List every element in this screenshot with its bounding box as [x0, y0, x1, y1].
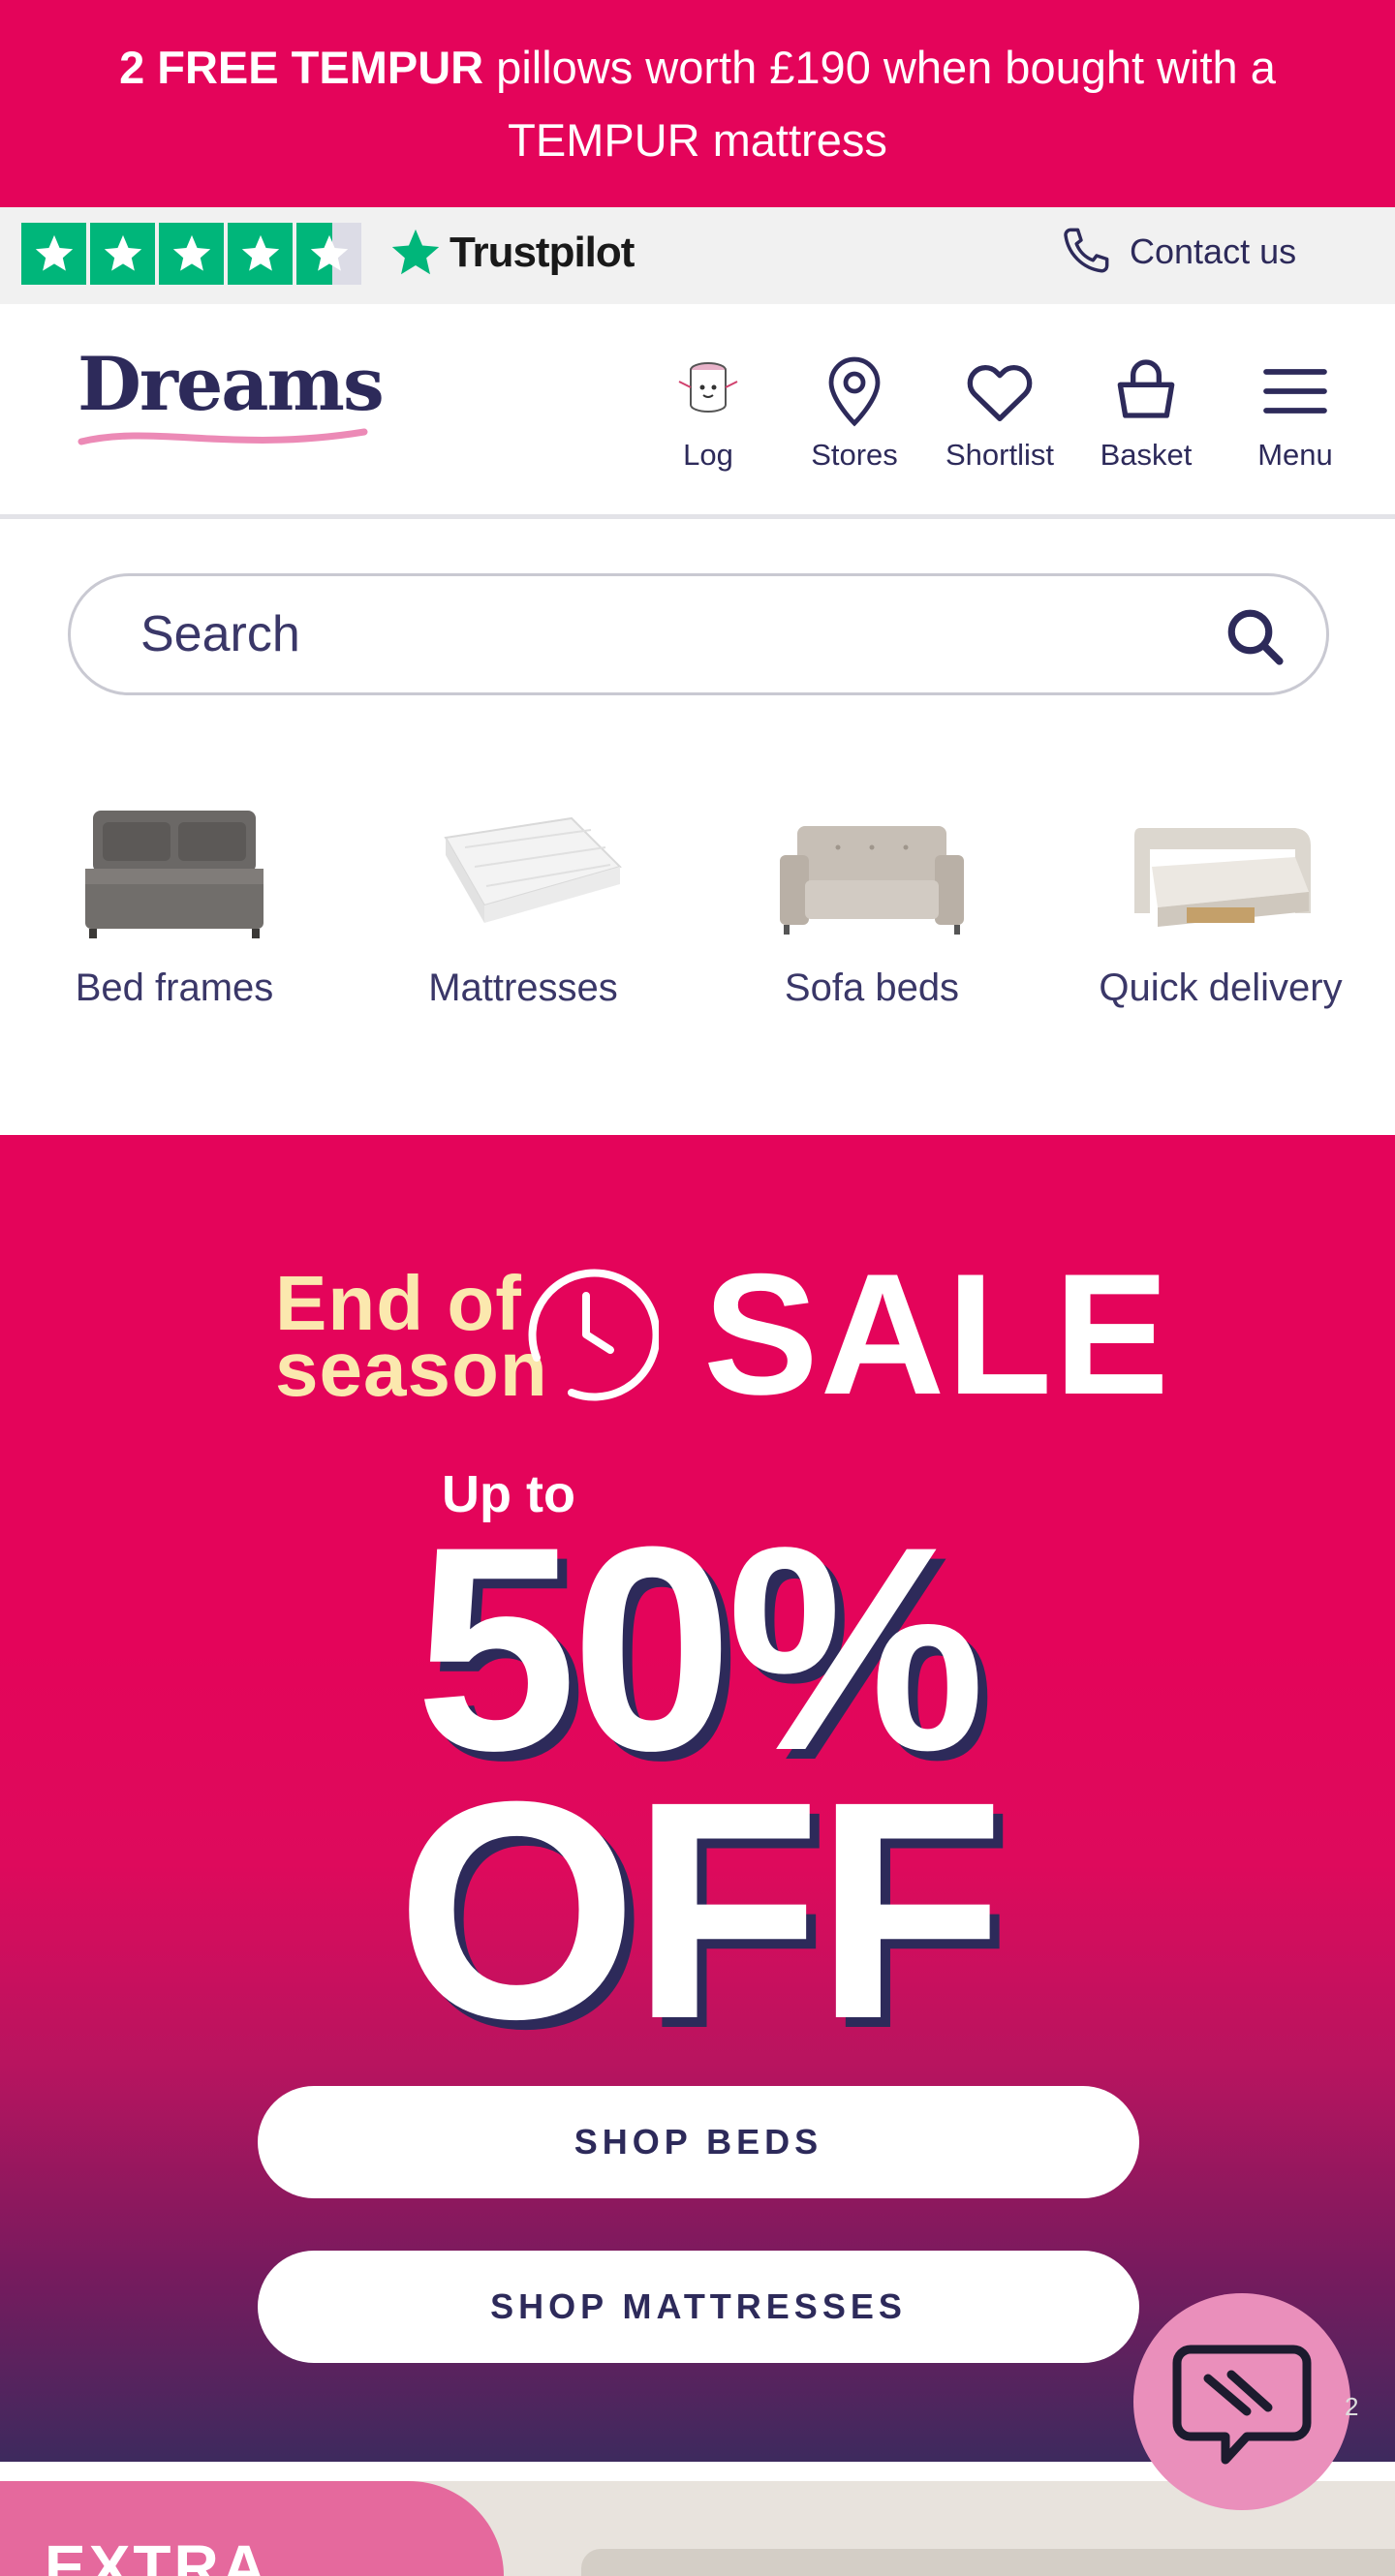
- trustpilot-star-icon: [391, 229, 440, 275]
- nav-shortlist[interactable]: Shortlist: [932, 353, 1068, 473]
- bed-frame-image: [68, 794, 281, 949]
- nav-label: Shortlist: [946, 438, 1054, 472]
- next-banner-teaser[interactable]: EXTRA: [0, 2481, 1395, 2576]
- trustpilot-stars[interactable]: [21, 223, 361, 285]
- log-mascot-icon: [678, 362, 738, 413]
- search-input[interactable]: Search: [140, 605, 300, 663]
- discount-off: OFF: [396, 1736, 1005, 2083]
- sale-heading: SALE: [703, 1238, 1171, 1430]
- category-label: Mattresses: [428, 966, 618, 1009]
- star-icon: [21, 223, 86, 285]
- quick-delivery-bed-image: [1114, 794, 1327, 949]
- nav-label: Basket: [1100, 438, 1193, 472]
- category-label: Bed frames: [75, 966, 274, 1009]
- sofa-bed-image: [765, 794, 978, 949]
- contact-us-label: Contact us: [1130, 231, 1297, 271]
- heart-icon: [967, 364, 1033, 422]
- category-label: Sofa beds: [784, 966, 960, 1009]
- nav-menu[interactable]: Menu: [1227, 353, 1363, 473]
- search-button[interactable]: [1222, 603, 1289, 671]
- end-of-season-label: End of season: [275, 1265, 548, 1412]
- half-star-icon: [296, 223, 361, 285]
- logo-wordmark: Dreams: [78, 341, 385, 427]
- nav-basket[interactable]: Basket: [1078, 353, 1214, 473]
- teaser-heading: EXTRA: [45, 2532, 269, 2576]
- nav-label: Menu: [1257, 438, 1333, 472]
- sofa-image-hint: [581, 2549, 1395, 2576]
- mattress-image: [417, 794, 630, 949]
- map-pin-icon: [828, 356, 881, 427]
- nav-log[interactable]: Log: [640, 353, 776, 473]
- star-icon: [159, 223, 224, 285]
- star-icon: [228, 223, 293, 285]
- promo-banner[interactable]: 2 FREE TEMPUR pillows worth £190 when bo…: [0, 0, 1395, 207]
- logo-swoosh-icon: [78, 428, 368, 445]
- nav-label: Log: [683, 438, 733, 472]
- star-icon: [90, 223, 155, 285]
- category-bed-frames[interactable]: Bed frames: [39, 794, 310, 1017]
- site-header: Dreams Log Stores Shortlist Basket Menu: [0, 304, 1395, 519]
- eos-line-2: season: [275, 1326, 548, 1412]
- hamburger-icon: [1263, 369, 1327, 414]
- contact-us-link[interactable]: Contact us: [1054, 221, 1296, 283]
- trustpilot-label: Trustpilot: [450, 229, 635, 276]
- category-mattresses[interactable]: Mattresses: [388, 794, 659, 1017]
- sale-hero-banner[interactable]: End of season SALE Up to 50% OFF SHOP BE…: [0, 1135, 1395, 2462]
- phone-icon: [1064, 228, 1109, 273]
- promo-text: 2 FREE TEMPUR pillows worth £190 when bo…: [119, 42, 1276, 166]
- nav-label: Stores: [811, 438, 898, 472]
- category-label: Quick delivery: [1099, 966, 1343, 1009]
- nav-stores[interactable]: Stores: [787, 353, 922, 473]
- trustpilot-logo[interactable]: Trustpilot: [388, 225, 635, 281]
- category-quick-delivery[interactable]: Quick delivery: [1085, 794, 1356, 1017]
- chat-button[interactable]: [1133, 2293, 1350, 2510]
- search-icon: [1227, 609, 1284, 665]
- clock-icon: [528, 1269, 659, 1401]
- basket-icon: [1117, 359, 1175, 418]
- chat-bubble-icon: [1172, 2345, 1312, 2465]
- category-sofa-beds[interactable]: Sofa beds: [736, 794, 1008, 1017]
- shop-mattresses-button[interactable]: SHOP MATTRESSES: [258, 2251, 1139, 2363]
- chat-badge: 2: [1345, 2392, 1359, 2421]
- search-bar[interactable]: Search: [68, 573, 1329, 695]
- shop-beds-button[interactable]: SHOP BEDS: [258, 2086, 1139, 2198]
- dreams-logo[interactable]: Dreams: [78, 341, 385, 454]
